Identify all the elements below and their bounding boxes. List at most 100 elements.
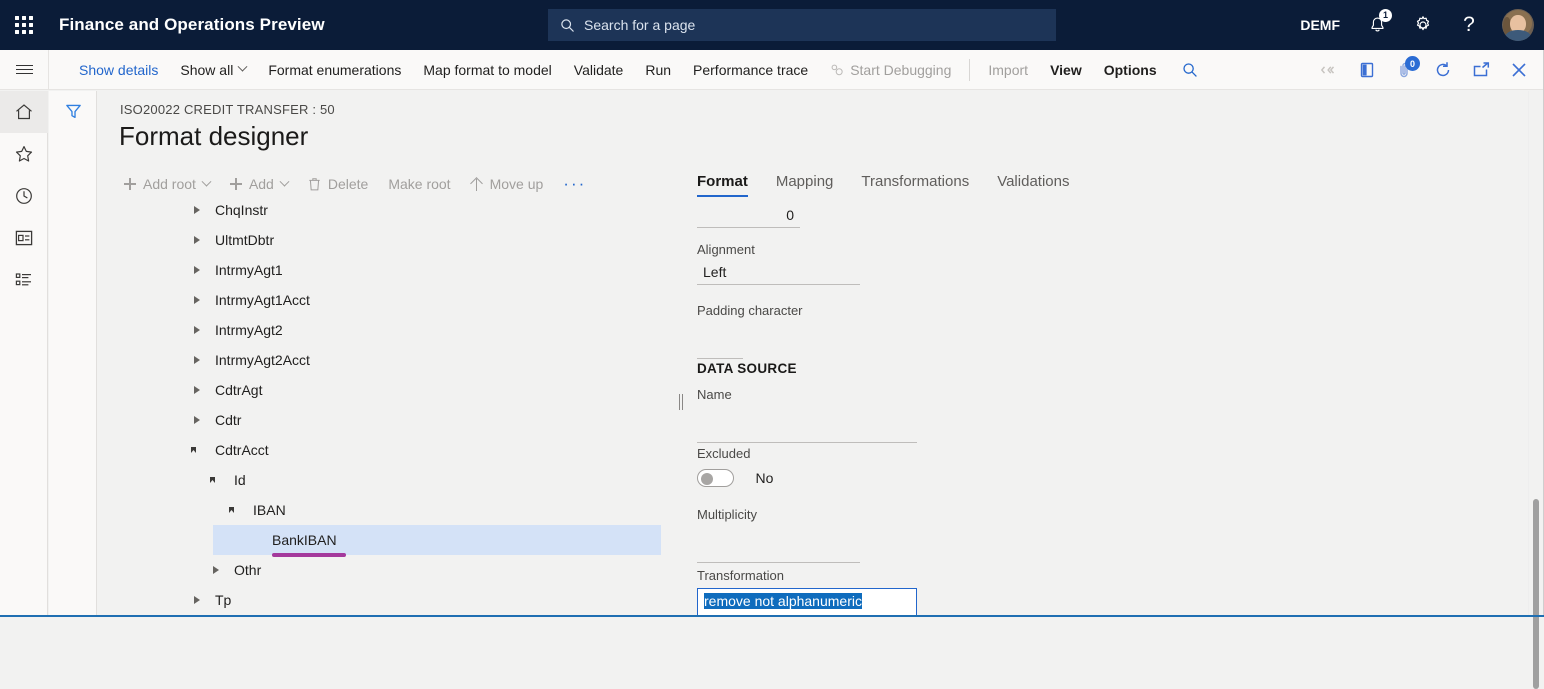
name-input[interactable] xyxy=(697,420,917,443)
tree-node[interactable]: IntrmyAgt1Acct xyxy=(98,285,678,315)
app-launcher-icon[interactable] xyxy=(0,0,48,50)
chevron-down-icon[interactable] xyxy=(228,503,242,517)
excluded-toggle[interactable] xyxy=(697,469,734,487)
attachments-icon[interactable]: 0 xyxy=(1386,50,1424,90)
cmd-label: Import xyxy=(988,50,1028,90)
tree-node-label: CdtrAgt xyxy=(215,382,262,398)
tree-node-label: Id xyxy=(234,472,246,488)
tree-node-spacer xyxy=(247,533,261,547)
cmd-performance-trace[interactable]: Performance trace xyxy=(682,50,819,90)
tree-node[interactable]: IntrmyAgt2Acct xyxy=(98,345,678,375)
action-label: Make root xyxy=(388,176,450,192)
cmd-show-all[interactable]: Show all xyxy=(169,50,257,90)
notifications-button[interactable]: 1 xyxy=(1354,0,1400,50)
details-panel: Format Mapping Transformations Validatio… xyxy=(697,165,1457,617)
cmd-validate[interactable]: Validate xyxy=(563,50,635,90)
tree-node[interactable]: Id xyxy=(98,465,678,495)
expand-icon[interactable] xyxy=(1462,50,1500,90)
cmd-options[interactable]: Options xyxy=(1093,50,1168,90)
cmd-format-enumerations[interactable]: Format enumerations xyxy=(257,50,412,90)
numeric-field-group xyxy=(697,205,800,228)
rail-item-recent[interactable] xyxy=(0,175,48,217)
open-in-new-window-icon[interactable] xyxy=(1348,50,1386,90)
hamburger-menu-icon[interactable] xyxy=(0,50,48,90)
tree-node[interactable]: Tp xyxy=(98,585,678,615)
chevron-down-icon xyxy=(201,176,211,186)
tab-mapping[interactable]: Mapping xyxy=(776,173,834,197)
rail-item-workspaces[interactable] xyxy=(0,217,48,259)
close-icon[interactable] xyxy=(1500,50,1538,90)
chevron-right-icon[interactable] xyxy=(190,353,204,367)
transformation-input[interactable]: remove not alphanumeric xyxy=(697,588,917,616)
tab-format[interactable]: Format xyxy=(697,173,748,197)
page-scrollbar-track[interactable] xyxy=(1528,91,1544,617)
tree-node-label: IntrmyAgt2Acct xyxy=(215,352,310,368)
tab-transformations[interactable]: Transformations xyxy=(861,173,969,197)
cmd-view[interactable]: View xyxy=(1039,50,1093,90)
chevron-down-icon[interactable] xyxy=(209,473,223,487)
workspaces-icon xyxy=(14,229,34,247)
command-bar-items: Show details Show all Format enumeration… xyxy=(49,50,1212,90)
app-title: Finance and Operations Preview xyxy=(59,15,325,35)
chevron-right-icon[interactable] xyxy=(190,293,204,307)
chevron-right-icon[interactable] xyxy=(190,323,204,337)
page-scrollbar-thumb[interactable] xyxy=(1533,499,1539,689)
chevron-down-icon[interactable] xyxy=(190,443,204,457)
recent-clock-icon xyxy=(14,186,34,206)
help-button[interactable]: ? xyxy=(1446,0,1492,50)
toggle-knob xyxy=(701,473,713,485)
excluded-field-group: Excluded No xyxy=(697,446,773,487)
cmd-run[interactable]: Run xyxy=(634,50,682,90)
rail-item-home[interactable] xyxy=(0,91,48,133)
settings-button[interactable] xyxy=(1400,0,1446,50)
numeric-input[interactable] xyxy=(697,205,800,228)
filter-funnel-icon[interactable] xyxy=(49,91,97,131)
tree-node[interactable]: UltmtDbtr xyxy=(98,225,678,255)
favorites-star-icon xyxy=(14,144,34,164)
refresh-icon[interactable] xyxy=(1424,50,1462,90)
rail-item-favorites[interactable] xyxy=(0,133,48,175)
tree-node[interactable]: Othr xyxy=(98,555,678,585)
debug-icon xyxy=(830,63,844,77)
tree-node[interactable]: CdtrAcct xyxy=(98,435,678,465)
notification-count-badge: 1 xyxy=(1379,9,1392,22)
more-actions-button[interactable]: ··· xyxy=(553,174,596,194)
tree-node[interactable]: IntrmyAgt1 xyxy=(98,255,678,285)
padding-character-input[interactable] xyxy=(697,336,743,359)
multiplicity-input[interactable] xyxy=(697,540,860,563)
tree-node[interactable]: Cdtr xyxy=(98,405,678,435)
pane-splitter-handle[interactable] xyxy=(678,394,684,410)
company-selector[interactable]: DEMF xyxy=(1286,0,1354,50)
filter-pane xyxy=(49,91,97,617)
cmd-map-format-to-model[interactable]: Map format to model xyxy=(412,50,562,90)
multiplicity-field-group: Multiplicity xyxy=(697,507,860,563)
cmd-import: Import xyxy=(977,50,1039,90)
rail-item-modules[interactable] xyxy=(0,259,48,301)
chevron-right-icon[interactable] xyxy=(190,413,204,427)
chevron-right-icon[interactable] xyxy=(190,233,204,247)
tab-validations[interactable]: Validations xyxy=(997,173,1069,197)
tree-node[interactable]: CdtrAgt xyxy=(98,375,678,405)
action-label: Add root xyxy=(143,176,196,192)
chevron-right-icon[interactable] xyxy=(209,563,223,577)
tree-node-selected[interactable]: BankIBAN xyxy=(213,525,661,555)
tree-node[interactable]: IntrmyAgt2 xyxy=(98,315,678,345)
cmd-show-details[interactable]: Show details xyxy=(68,50,169,90)
excluded-value: No xyxy=(755,470,773,486)
page-title: Format designer xyxy=(119,121,308,152)
command-search-icon[interactable] xyxy=(1168,62,1212,78)
user-avatar[interactable] xyxy=(1492,0,1544,50)
command-bar: Show details Show all Format enumeration… xyxy=(0,50,1544,90)
tree-node[interactable]: IBAN xyxy=(98,495,678,525)
plus-icon xyxy=(230,178,242,190)
alignment-label: Alignment xyxy=(697,242,860,257)
global-search-box[interactable]: Search for a page xyxy=(548,9,1056,41)
alignment-input[interactable] xyxy=(697,262,860,285)
chevron-right-icon[interactable] xyxy=(190,593,204,607)
personalize-icon[interactable] xyxy=(1310,50,1348,90)
chevron-right-icon[interactable] xyxy=(190,263,204,277)
chevron-right-icon[interactable] xyxy=(190,203,204,217)
chevron-right-icon[interactable] xyxy=(190,383,204,397)
cmd-label: Run xyxy=(645,50,671,90)
tree-node[interactable]: ChqInstr xyxy=(98,195,678,225)
